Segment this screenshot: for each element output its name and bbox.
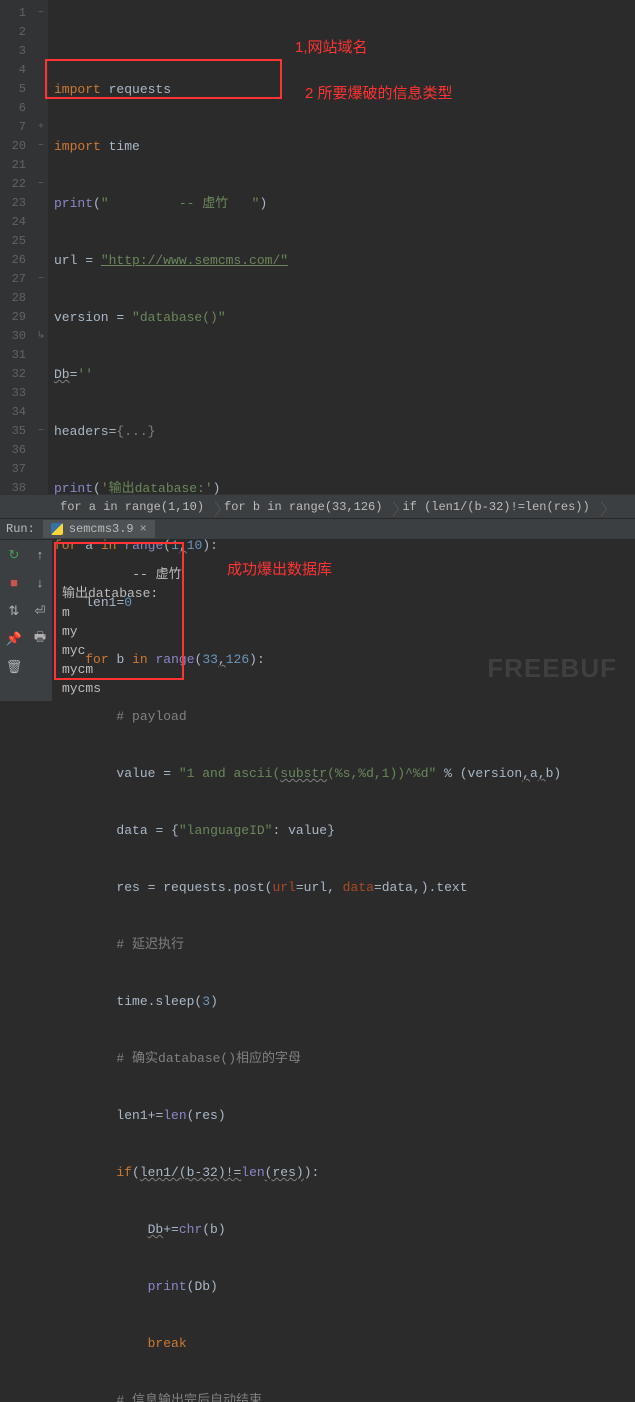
- down-button[interactable]: ↓: [31, 574, 49, 592]
- console-line: m: [62, 605, 70, 620]
- fold-toggle[interactable]: +: [34, 118, 48, 137]
- layout-button[interactable]: ⇅: [5, 602, 23, 620]
- annotation-3: 成功爆出数据库: [227, 560, 332, 579]
- fold-toggle[interactable]: [34, 23, 48, 42]
- console-output[interactable]: -- 虚竹 输出database: m my myc mycm mycms 成功…: [52, 540, 635, 701]
- fold-toggle[interactable]: [34, 156, 48, 175]
- breadcrumb-item[interactable]: for b in range(33,126): [214, 498, 392, 516]
- fold-toggle[interactable]: [34, 232, 48, 251]
- fold-toggle[interactable]: [34, 403, 48, 422]
- console-line: mycm: [62, 662, 93, 677]
- console-line: mycms: [62, 681, 101, 696]
- fold-column[interactable]: −+−−−↳−: [34, 0, 48, 494]
- pin-button[interactable]: 📌: [5, 630, 23, 648]
- fold-toggle[interactable]: [34, 479, 48, 498]
- fold-toggle[interactable]: [34, 99, 48, 118]
- fold-toggle[interactable]: [34, 346, 48, 365]
- run-toolbar-left: ↻ ■ ⇅ 📌 🗑: [0, 540, 28, 701]
- run-tool-window: ↻ ■ ⇅ 📌 🗑 ↑ ↓ ⏎ 🖶 -- 虚竹 输出database: m my…: [0, 540, 635, 701]
- fold-toggle[interactable]: [34, 289, 48, 308]
- folded-region[interactable]: {...}: [116, 424, 155, 439]
- breadcrumb-item[interactable]: if (len1/(b-32)!=len(res)): [392, 498, 599, 516]
- fold-toggle[interactable]: [34, 80, 48, 99]
- highlight-box-output: [54, 542, 184, 680]
- fold-toggle[interactable]: [34, 441, 48, 460]
- fold-toggle[interactable]: −: [34, 270, 48, 289]
- run-toolbar-secondary: ↑ ↓ ⏎ 🖶: [28, 540, 52, 701]
- fold-toggle[interactable]: −: [34, 4, 48, 23]
- console-line: my: [62, 624, 78, 639]
- console-line: myc: [62, 643, 85, 658]
- fold-toggle[interactable]: −: [34, 422, 48, 441]
- breadcrumb-item[interactable]: for a in range(1,10): [50, 498, 214, 516]
- console-line: 输出database:: [62, 586, 158, 601]
- rerun-button[interactable]: ↻: [5, 546, 23, 564]
- code-area[interactable]: import requests import time print(" -- 虚…: [48, 0, 635, 494]
- fold-toggle[interactable]: [34, 61, 48, 80]
- fold-toggle[interactable]: [34, 308, 48, 327]
- code-editor[interactable]: 1234567202122232425262728293031323334353…: [0, 0, 635, 494]
- fold-toggle[interactable]: −: [34, 137, 48, 156]
- fold-toggle[interactable]: [34, 460, 48, 479]
- fold-toggle[interactable]: [34, 42, 48, 61]
- up-button[interactable]: ↑: [31, 546, 49, 564]
- print-button[interactable]: 🖶: [31, 630, 49, 648]
- fold-toggle[interactable]: [34, 384, 48, 403]
- keyword: import: [54, 82, 101, 97]
- fold-toggle[interactable]: −: [34, 175, 48, 194]
- fold-toggle[interactable]: [34, 213, 48, 232]
- stop-button[interactable]: ■: [5, 574, 23, 592]
- console-line: -- 虚竹: [62, 567, 182, 582]
- breadcrumb-bar: for a in range(1,10) for b in range(33,1…: [0, 494, 635, 518]
- trash-button[interactable]: 🗑: [5, 658, 23, 676]
- fold-toggle[interactable]: [34, 251, 48, 270]
- fold-toggle[interactable]: ↳: [34, 327, 48, 346]
- line-number-gutter: 1234567202122232425262728293031323334353…: [0, 0, 34, 494]
- fold-toggle[interactable]: [34, 365, 48, 384]
- wrap-button[interactable]: ⏎: [31, 602, 49, 620]
- run-label: Run:: [6, 522, 35, 536]
- fold-toggle[interactable]: [34, 194, 48, 213]
